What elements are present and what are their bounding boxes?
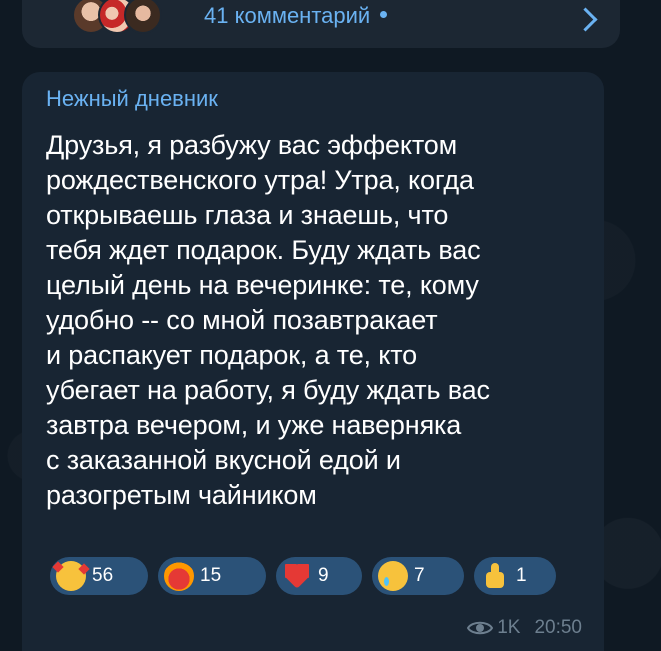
reaction-count: 9: [318, 565, 329, 586]
post-text-line: открываешь глаза и знаешь, что: [46, 200, 449, 230]
crying-face-icon: [378, 561, 408, 591]
reaction-count: 15: [200, 565, 222, 586]
reaction-crying-face[interactable]: 7: [372, 557, 464, 595]
post-text-line: Друзья, я разбужу вас эффектом: [46, 130, 458, 160]
unread-dot-icon: [380, 11, 388, 18]
thumbs-up-icon: [480, 561, 510, 591]
post-meta: 1K 20:50: [467, 617, 582, 639]
reactions-bar: 56 15 9 7 1: [50, 557, 556, 595]
reaction-smiling-face-with-hearts[interactable]: 56: [50, 557, 148, 595]
red-heart-icon: [282, 561, 312, 591]
post-text-line: завтра вечером, и уже наверняка: [46, 410, 462, 440]
post-time: 20:50: [534, 617, 582, 638]
commenter-avatars: [72, 0, 192, 36]
smiling-face-with-hearts-icon: [56, 561, 86, 591]
reaction-count: 1: [516, 565, 527, 586]
eye-icon: [467, 621, 494, 635]
post-text-line: и распакует подарок, а те, кто: [46, 340, 418, 370]
channel-post: Нежный дневник Друзья, я разбужу вас эфф…: [22, 72, 604, 651]
reaction-thumbs-up[interactable]: 1: [474, 557, 556, 595]
heart-on-fire-icon: [164, 561, 194, 591]
post-text-line: удобно -- со мной позавтракает: [46, 305, 438, 335]
post-text: Друзья, я разбужу вас эффектом рождестве…: [46, 128, 580, 513]
reaction-count: 56: [92, 565, 114, 586]
post-text-line: целый день на вечеринке: те, кому: [46, 270, 479, 300]
view-count: 1K: [497, 617, 521, 638]
comments-count-label[interactable]: 41 комментарий: [204, 0, 370, 36]
post-text-line: тебя ждет подарок. Буду ждать вас: [46, 235, 481, 265]
avatar: [124, 0, 162, 34]
post-text-line: убегает на работу, я буду ждать вас: [46, 375, 490, 405]
post-text-line: рождественского утра! Утра, когда: [46, 165, 474, 195]
post-text-line: разогретым чайником: [46, 480, 317, 510]
post-author[interactable]: Нежный дневник: [46, 86, 580, 112]
chevron-right-icon[interactable]: [573, 7, 598, 32]
comments-bar[interactable]: 41 комментарий: [22, 0, 620, 48]
reaction-count: 7: [414, 565, 425, 586]
post-text-line: с заказанной вкусной едой и: [46, 445, 401, 475]
reaction-heart-on-fire[interactable]: 15: [158, 557, 266, 595]
reaction-red-heart[interactable]: 9: [276, 557, 362, 595]
